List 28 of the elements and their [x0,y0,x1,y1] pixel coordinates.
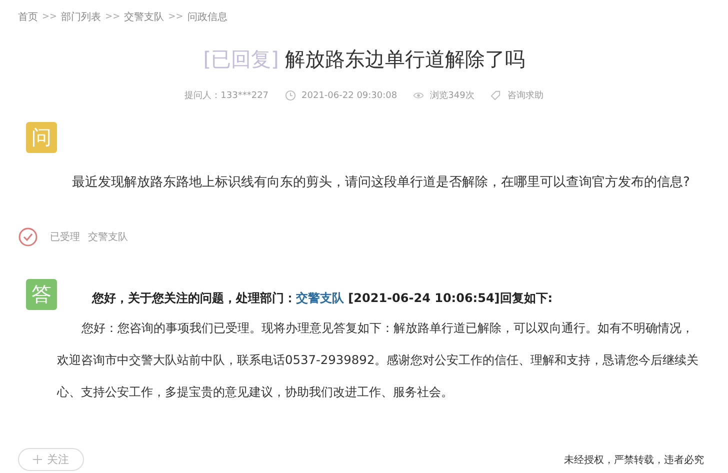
answer-heading: 您好，关于您关注的问题，处理部门：交警支队 [2021-06-24 10:06:54]回复如下: [92,290,553,307]
copyright-notice: 未经授权，严禁转载，违者必究 [564,454,704,466]
clock-icon [284,90,296,101]
breadcrumb-link[interactable]: 首页 [18,10,38,24]
breadcrumb-separator: >> [105,12,120,22]
department-link[interactable]: 交警支队 [296,291,344,305]
breadcrumb-link[interactable]: 交警支队 [124,10,164,24]
answer-badge: 答 [26,279,57,310]
reply-status: [已回复] [203,47,279,71]
eye-icon [413,90,424,101]
breadcrumb-link[interactable]: 部门列表 [61,10,102,24]
progress-department: 交警支队 [88,230,128,244]
question-title: 解放路东边单行道解除了吗 [284,47,525,71]
question-time: 2021-06-22 09:30:08 [302,90,398,100]
question-category: 咨询求助 [507,90,544,102]
view-count: 浏览349次 [430,90,474,102]
follow-button[interactable]: 关注 [18,448,84,471]
question-badge: 问 [26,122,57,153]
asker-label: 提问人：133***227 [184,90,269,102]
check-circle-icon [18,227,38,247]
answer-text: 您好：您咨询的事项我们已受理。现将办理意见答复如下：解放路单行道已解除，可以双向通行。如有不明确情况，欢迎咨询市中交警大队站前中队，联系电话0537-2939892。感谢您对公安工作的信任、理解和支持，恳请您今后继续关心、支持公安工作，多提宝贵的意见建议，协助我们改进工作、服务社会。 [57,320,700,401]
question-text: 最近发现解放路东路地上标识线有向东的剪头，请问这段单行道是否解除，在哪里可以查询官方发布的信息? [72,174,691,191]
progress-status: 已受理 [50,230,80,244]
tag-icon [490,90,502,101]
plus-icon [33,455,42,464]
breadcrumb-separator: >> [42,12,58,22]
breadcrumb-separator: >> [168,12,184,22]
breadcrumb-current: 问政信息 [187,10,228,24]
